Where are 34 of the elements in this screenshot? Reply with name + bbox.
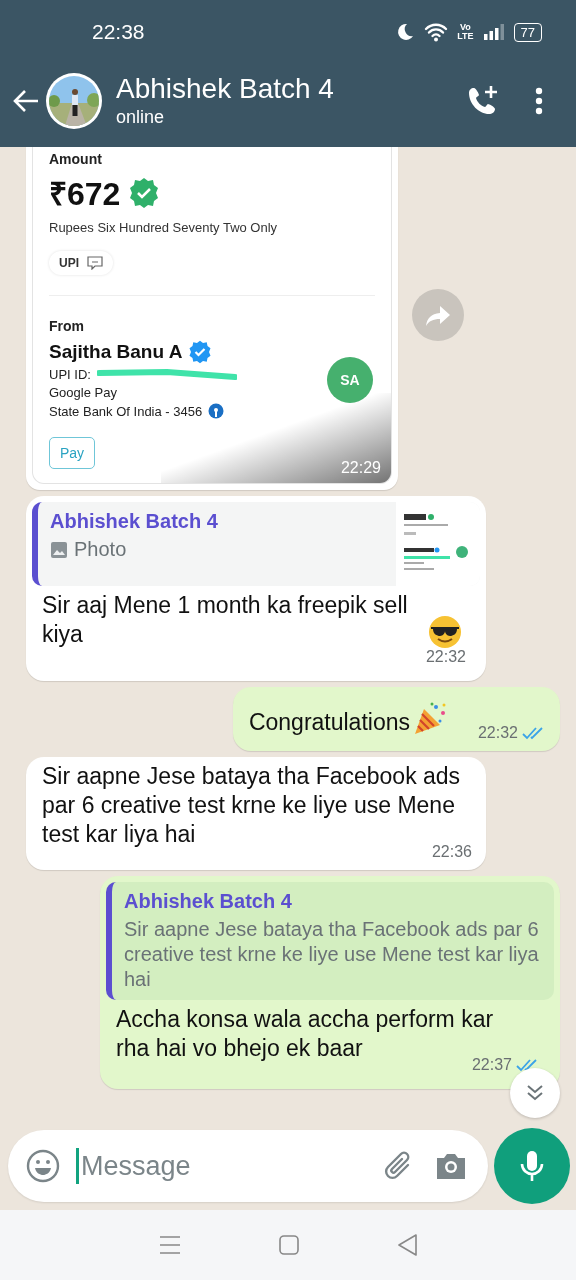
contact-status: online xyxy=(116,107,166,128)
payer-name: Sajitha Banu A xyxy=(49,341,183,363)
message-bubble[interactable]: Sir aapne Jese bataya tha Facebook ads par 6 creative test krne ke liye use Mene test kar liya hai 22:36 xyxy=(26,757,486,870)
message-field[interactable]: Message xyxy=(79,1149,366,1183)
from-label: From xyxy=(49,318,85,334)
image-message[interactable]: Amount ₹672 Rupees Six Hundred Seventy Two Only UPI From Sajitha Banu A UPI ID: Google Pay State Bank Of India - 3456 SA Pay 22:29 xyxy=(26,147,398,490)
amount-in-words: Rupees Six Hundred Seventy Two Only xyxy=(49,220,279,235)
quoted-message[interactable]: Abhishek Batch 4 Photo xyxy=(32,502,480,586)
quoted-message[interactable]: Abhishek Batch 4 Sir aapne Jese bataya tha Facebook ads par 6 creative test krne ke liye use Mene test kar liya hai xyxy=(106,882,554,1000)
amount-label: Amount xyxy=(49,151,103,167)
message-bubble[interactable]: Abhishek Batch 4 Photo Sir aaj Mene 1 month ka freepik sell kiya 22:32 xyxy=(26,496,486,681)
message-input[interactable]: Message xyxy=(8,1130,488,1202)
quoted-text: Sir aapne Jese bataya tha Facebook ads par 6 creative test krne ke liye use Mene test kar liya hai xyxy=(124,917,540,992)
quoted-author: Abhishek Batch 4 xyxy=(50,510,219,533)
quoted-text: Photo xyxy=(74,537,127,562)
status-time: 22:38 xyxy=(92,20,145,44)
message-time: 22:32 xyxy=(425,647,466,667)
volte-label: Vo LTE xyxy=(457,23,474,41)
upi-id-label: UPI ID: xyxy=(49,367,91,382)
amount-value: ₹672 xyxy=(49,175,121,214)
message-text: Congratulations xyxy=(248,708,410,737)
message-text: Sir aaj Mene 1 month ka freepik sell kiya xyxy=(42,591,409,649)
payer-initials: SA xyxy=(327,356,373,403)
pay-button: Pay xyxy=(49,437,96,469)
message-time: 22:32 xyxy=(477,723,518,743)
message-time: 22:36 xyxy=(431,842,472,862)
message-bubble[interactable]: Congratulations 22:32 xyxy=(232,687,560,751)
message-time: 22:29 xyxy=(340,459,381,477)
payment-method: UPI xyxy=(59,256,79,270)
contact-name[interactable]: Abhishek Batch 4 xyxy=(116,73,466,105)
bank-account: State Bank Of India - 3456 xyxy=(49,403,203,419)
battery-indicator: 77 xyxy=(513,22,542,42)
quoted-author: Abhishek Batch 4 xyxy=(124,890,293,913)
payment-app: Google Pay xyxy=(49,385,118,400)
